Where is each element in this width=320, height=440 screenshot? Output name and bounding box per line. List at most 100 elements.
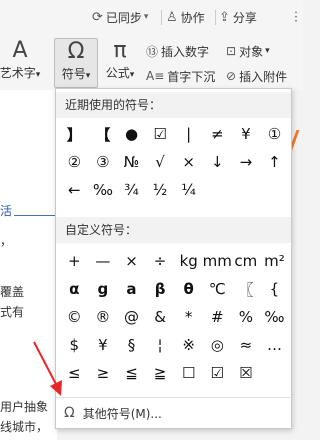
attachment-label: 插入附件 (239, 69, 288, 84)
symbol-cell[interactable]: § (117, 331, 146, 359)
symbol-cell[interactable]: ≠ (203, 120, 232, 148)
custom-symbols-grid: + — × ÷ kg mm cm m² α g a β θ ℃ 〖{© ® @ & * #% ‰ $ ¥ § ¦ ※ ◎ ≈… ≤ ≥ ≦ ≧… (60, 247, 289, 387)
symbol-dropdown-panel: 近期使用的符号： 】【● ☑ | ≠ ¥ ① ② ③ № √ × ↓ → ↑ ← ‰ ¾ ½ ¼ 自定义符号： + —… (55, 88, 292, 429)
formula-button[interactable]: π 公式▾ (100, 38, 140, 88)
collab-button[interactable]: ♙ 协作 (166, 8, 205, 26)
symbol-cell[interactable]: ≧ (146, 359, 175, 387)
symbol-cell[interactable]: ● (117, 120, 146, 148)
symbol-cell[interactable]: ÷ (146, 247, 175, 275)
more-actions-icon[interactable]: ︙ (290, 8, 302, 25)
ribbon-toolbar: ⟳ 已同步 ▾ ♙ 协作 ⇪ 分享 ︙ A 艺术字▾ Ω 符号▾ π 公式▾ ⑬… (0, 0, 303, 90)
symbol-cell[interactable]: ℃ (203, 275, 232, 303)
symbol-cell[interactable]: @ (117, 303, 146, 331)
symbol-cell[interactable]: ¥ (89, 331, 118, 359)
symbol-cell[interactable]: ≦ (117, 359, 146, 387)
symbol-cell[interactable]: ☑ (203, 359, 232, 387)
symbol-cell[interactable]: — (89, 247, 118, 275)
symbol-cell[interactable]: ¦ (146, 331, 175, 359)
object-label: 对象 (239, 44, 264, 59)
symbol-cell[interactable]: ® (89, 303, 118, 331)
symbol-cell[interactable]: × (174, 148, 203, 176)
symbol-cell[interactable]: … (260, 331, 289, 359)
symbol-cell[interactable]: + (60, 247, 89, 275)
insert-number-button[interactable]: ⑬ 插入数字 (146, 42, 209, 60)
symbol-cell[interactable]: © (60, 303, 89, 331)
omega-icon: Ω (64, 405, 75, 421)
formula-label: 公式 (105, 66, 130, 80)
red-arrow-annotation (33, 341, 62, 396)
symbol-cell[interactable]: ① (260, 120, 289, 148)
symbol-cell[interactable]: ¥ (232, 120, 261, 148)
separator (215, 10, 216, 25)
doc-text: 式有 (0, 305, 25, 319)
recent-symbols-heading: 近期使用的符号： (56, 92, 291, 118)
arrow-shaft (33, 341, 59, 389)
symbol-cell[interactable]: ¼ (174, 176, 203, 204)
symbol-cell[interactable]: ③ (89, 148, 118, 176)
collab-icon: ♙ (166, 9, 178, 25)
symbol-label: 符号 (61, 67, 86, 81)
symbol-cell[interactable]: ☑ (146, 120, 175, 148)
more-symbols-button[interactable]: Ω 其他符号(M)... (64, 403, 162, 423)
symbol-cell[interactable]: ☒ (232, 359, 261, 387)
chevron-down-icon: ▾ (265, 46, 270, 56)
attachment-button[interactable]: ⊘ 插入附件 (226, 67, 287, 85)
symbol-cell[interactable]: ☐ (174, 359, 203, 387)
symbol-cell[interactable]: ② (60, 148, 89, 176)
symbol-cell[interactable]: ‰ (260, 303, 289, 331)
symbol-cell[interactable]: | (174, 120, 203, 148)
symbol-cell[interactable]: ↑ (260, 148, 289, 176)
symbol-cell[interactable]: ※ (174, 331, 203, 359)
symbol-cell[interactable]: α (60, 275, 89, 303)
symbol-cell[interactable]: ¾ (117, 176, 146, 204)
symbol-cell[interactable]: * (174, 303, 203, 331)
symbol-cell[interactable]: % (232, 303, 261, 331)
symbol-cell[interactable]: ≥ (89, 359, 118, 387)
collab-label: 协作 (180, 10, 205, 25)
symbol-cell[interactable]: ◎ (203, 331, 232, 359)
symbol-cell[interactable]: 〖 (232, 275, 261, 303)
art-text-label: 艺术字 (0, 66, 36, 80)
symbol-cell[interactable]: ½ (146, 176, 175, 204)
object-button[interactable]: ⊡ 对象 ▾ (226, 42, 270, 60)
recent-symbols-grid: 】【● ☑ | ≠ ¥ ① ② ③ № √ × ↓ → ↑ ← ‰ ¾ ½ ¼ (60, 120, 289, 204)
doc-text: 线城市， (0, 420, 49, 434)
symbol-cell[interactable]: 】 (60, 120, 89, 148)
symbol-cell[interactable]: g (89, 275, 118, 303)
symbol-cell[interactable]: # (203, 303, 232, 331)
symbol-cell[interactable]: ≈ (232, 331, 261, 359)
symbol-cell[interactable]: m² (260, 247, 289, 275)
doc-text: ， (0, 234, 13, 248)
chevron-down-icon: ▾ (85, 71, 91, 81)
symbol-cell[interactable]: mm (203, 247, 232, 275)
symbol-cell[interactable]: 【 (89, 120, 118, 148)
art-text-icon: A (12, 38, 28, 63)
symbol-cell[interactable]: ← (60, 176, 89, 204)
pi-icon: π (113, 38, 127, 63)
drop-cap-button[interactable]: A≡ 首字下沉 (146, 67, 215, 85)
symbol-cell[interactable]: → (232, 148, 261, 176)
symbol-cell[interactable]: № (117, 148, 146, 176)
art-text-button[interactable]: A 艺术字▾ (0, 38, 44, 88)
symbol-cell[interactable]: √ (146, 148, 175, 176)
sync-status[interactable]: ⟳ 已同步 ▾ (92, 8, 148, 26)
symbol-cell[interactable]: ↓ (203, 148, 232, 176)
paperclip-icon: ⊘ (226, 69, 237, 83)
symbol-cell[interactable]: kg (174, 247, 203, 275)
chevron-down-icon: ▾ (35, 70, 41, 80)
symbol-cell[interactable]: β (146, 275, 175, 303)
share-icon: ⇪ (219, 9, 230, 25)
symbol-cell[interactable]: { (260, 275, 289, 303)
symbol-cell[interactable]: a (117, 275, 146, 303)
more-symbols-label: 其他符号(M)... (82, 406, 162, 421)
symbol-cell[interactable]: cm (232, 247, 261, 275)
symbol-cell[interactable]: & (146, 303, 175, 331)
insert-number-label: 插入数字 (161, 44, 210, 59)
drop-cap-label: 首字下沉 (167, 69, 216, 84)
symbol-button[interactable]: Ω 符号▾ (54, 38, 98, 88)
symbol-cell[interactable]: × (117, 247, 146, 275)
symbol-cell[interactable]: θ (174, 275, 203, 303)
symbol-cell[interactable]: ‰ (89, 176, 118, 204)
object-icon: ⊡ (226, 44, 237, 58)
share-button[interactable]: ⇪ 分享 (219, 8, 257, 26)
